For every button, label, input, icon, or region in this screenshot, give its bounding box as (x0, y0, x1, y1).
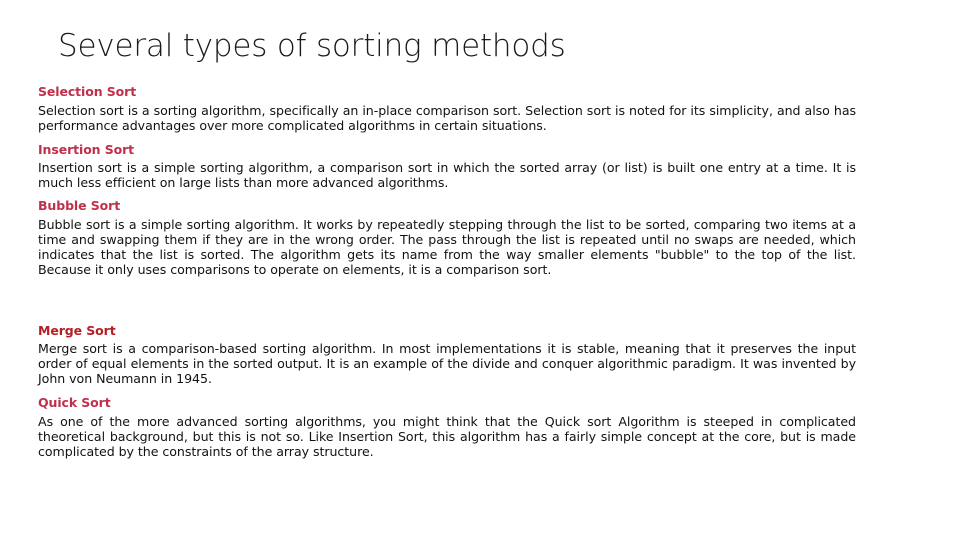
section-heading-merge-sort: Merge Sort (38, 322, 116, 338)
section-insertion-sort: Insertion Sort Insertion sort is a simpl… (38, 142, 856, 192)
spacer-after-merge-sort (38, 387, 856, 395)
spacer-after-selection-sort (38, 134, 856, 142)
spacer-before-merge-sort (38, 278, 856, 323)
spacer-after-insertion-sort (38, 191, 856, 198)
page-title: Several types of sorting methods (58, 28, 566, 64)
section-selection-sort: Selection Sort Selection sort is a sorti… (38, 84, 856, 134)
section-merge-sort: Merge Sort Merge sort is a comparison-ba… (38, 323, 856, 387)
section-heading-bubble-sort: Bubble Sort (38, 198, 121, 214)
section-paragraph-merge-sort: Merge sort is a comparison-based sorting… (38, 341, 856, 387)
section-heading-quick-sort: Quick Sort (38, 394, 111, 410)
section-heading-insertion-sort: Insertion Sort (38, 141, 135, 157)
section-heading-selection-sort: Selection Sort (38, 84, 137, 99)
section-paragraph-bubble-sort: Bubble sort is a simple sorting algorith… (38, 217, 856, 277)
section-bubble-sort: Bubble Sort Bubble sort is a simple sort… (38, 198, 856, 277)
section-paragraph-quick-sort: As one of the more advanced sorting algo… (38, 413, 856, 459)
section-quick-sort: Quick Sort As one of the more advanced s… (38, 395, 856, 459)
slide-content-body: Selection Sort Selection sort is a sorti… (38, 84, 856, 459)
section-paragraph-selection-sort: Selection sort is a sorting algorithm, s… (38, 102, 856, 133)
section-paragraph-insertion-sort: Insertion sort is a simple sorting algor… (38, 160, 856, 191)
slide-canvas: Several types of sorting methods Selecti… (0, 0, 960, 540)
